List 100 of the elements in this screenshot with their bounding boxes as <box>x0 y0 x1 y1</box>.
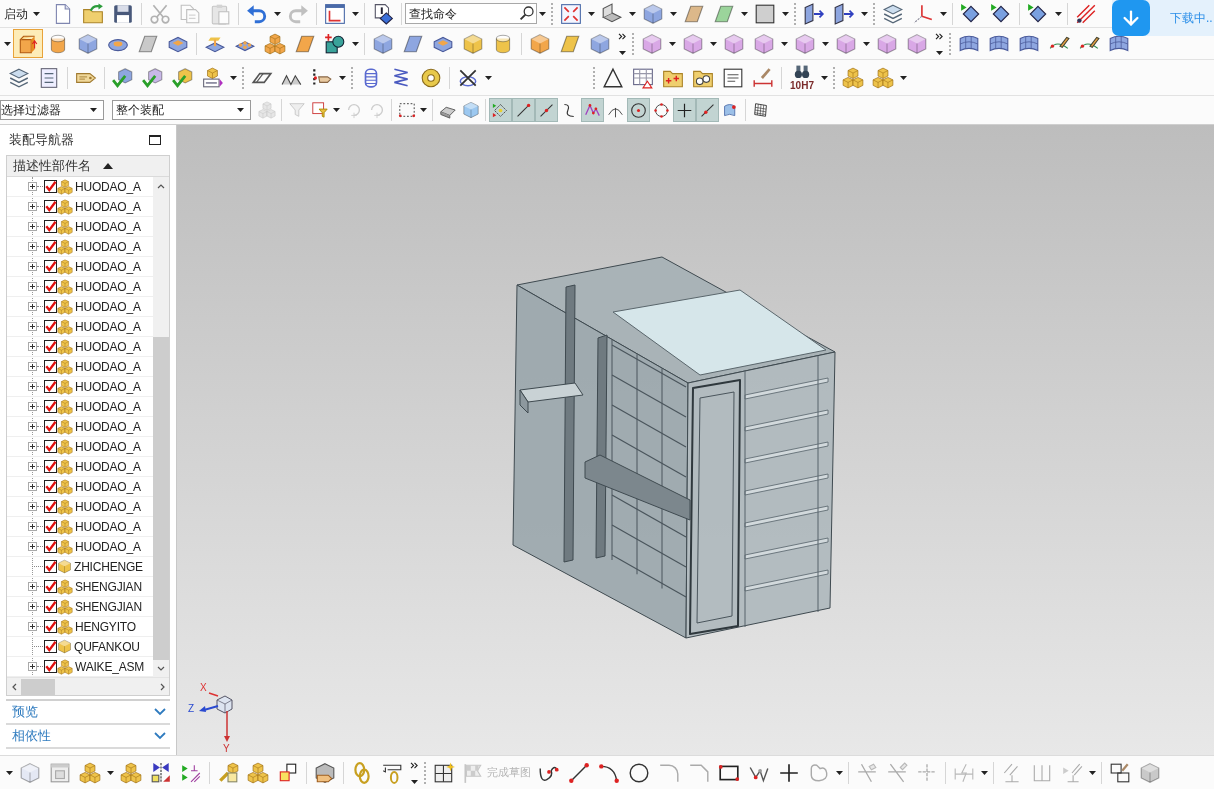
expand-toggle[interactable] <box>28 202 37 211</box>
cube-icon[interactable] <box>1139 761 1161 784</box>
undo-icon[interactable] <box>246 2 268 25</box>
cube-icon[interactable] <box>372 32 394 55</box>
caret-icon[interactable] <box>863 41 870 46</box>
expand-toggle[interactable] <box>28 482 37 491</box>
fit-frame-icon[interactable] <box>560 2 582 25</box>
caret-icon[interactable] <box>836 770 843 775</box>
caret-icon[interactable] <box>539 11 546 16</box>
cube-icon[interactable] <box>723 32 745 55</box>
caret-icon[interactable] <box>107 770 114 775</box>
checkbox[interactable] <box>44 220 57 233</box>
checkbox[interactable] <box>44 480 57 493</box>
checkbox[interactable] <box>44 240 57 253</box>
column-header[interactable]: 描述性部件名 <box>7 156 169 177</box>
expand-toggle[interactable] <box>28 302 37 311</box>
caret-icon[interactable] <box>710 41 717 46</box>
checkbox[interactable] <box>44 580 57 593</box>
pen-rectangles-icon[interactable] <box>1109 761 1131 784</box>
part-name[interactable]: HUODAO_A <box>75 337 141 356</box>
expand-toggle[interactable] <box>28 282 37 291</box>
checkbox[interactable] <box>44 200 57 213</box>
label-cube-icon[interactable] <box>202 66 224 89</box>
cubes-icon[interactable] <box>842 66 864 89</box>
caret-icon[interactable] <box>629 11 636 16</box>
expand-toggle[interactable] <box>28 622 37 631</box>
part-name[interactable]: HUODAO_A <box>75 377 141 396</box>
folder-icon[interactable] <box>82 2 104 25</box>
selection-filter-dropdown[interactable]: 选择过滤器 <box>0 100 104 120</box>
axes-icon[interactable] <box>912 2 934 25</box>
layers-icon[interactable] <box>8 66 30 89</box>
caret-icon[interactable] <box>940 11 947 16</box>
grid-icon[interactable] <box>751 101 770 119</box>
snap-toggle[interactable] <box>512 98 535 122</box>
squares-icon[interactable] <box>277 761 299 784</box>
diamond-icon[interactable] <box>1027 2 1049 25</box>
cubes-icon[interactable] <box>120 761 142 784</box>
feature-tool-button[interactable] <box>13 29 43 58</box>
cube-icon[interactable] <box>462 32 484 55</box>
part-name[interactable]: HUODAO_A <box>75 317 141 336</box>
checkbox[interactable] <box>44 520 57 533</box>
checkbox[interactable] <box>44 640 57 653</box>
snap-toggle[interactable] <box>673 98 696 122</box>
tolerance-tool[interactable]: 10H7 <box>785 61 819 94</box>
checkbox[interactable] <box>44 180 57 193</box>
checkbox[interactable] <box>44 320 57 333</box>
expand-toggle[interactable] <box>28 422 37 431</box>
caret-icon[interactable] <box>237 108 244 112</box>
cube-icon[interactable] <box>642 2 664 25</box>
part-name[interactable]: QUFANKOU <box>74 637 140 656</box>
part-name[interactable]: SHENGJIAN <box>75 577 142 596</box>
double-chevron-icon[interactable] <box>934 32 944 40</box>
caret-icon[interactable] <box>33 11 40 16</box>
graphics-viewport[interactable]: X Z Y <box>177 125 1214 755</box>
funnel-frame-icon[interactable] <box>310 101 329 119</box>
checkbox[interactable] <box>44 660 57 673</box>
caret-icon[interactable] <box>4 41 11 46</box>
square-icon[interactable] <box>754 2 776 25</box>
expand-toggle[interactable] <box>28 242 37 251</box>
expand-toggle[interactable] <box>28 522 37 531</box>
caret-icon[interactable] <box>230 75 237 80</box>
expand-toggle[interactable] <box>28 542 37 551</box>
selection-scope-dropdown[interactable]: 整个装配 <box>112 100 251 120</box>
check-cube-icon[interactable] <box>142 66 164 89</box>
checkbox[interactable] <box>44 600 57 613</box>
expand-toggle[interactable] <box>28 342 37 351</box>
double-chevron-icon[interactable] <box>617 32 627 40</box>
plus-icon[interactable] <box>778 761 800 784</box>
caret-icon[interactable] <box>274 11 281 16</box>
vertical-scrollbar[interactable] <box>153 177 169 677</box>
caret-icon[interactable] <box>900 75 907 80</box>
chevron-down-icon[interactable] <box>157 666 165 671</box>
scroll-thumb[interactable] <box>153 337 169 660</box>
part-name[interactable]: HUODAO_A <box>75 397 141 416</box>
tape-roll-icon[interactable] <box>420 66 442 89</box>
checkbox[interactable] <box>44 620 57 633</box>
cube-icon[interactable] <box>906 32 928 55</box>
part-name[interactable]: HUODAO_A <box>75 457 141 476</box>
caret-icon[interactable] <box>352 41 359 46</box>
part-name[interactable]: HUODAO_A <box>75 497 141 516</box>
cube-icon[interactable] <box>835 32 857 55</box>
checkbox[interactable] <box>44 380 57 393</box>
caret-icon[interactable] <box>981 770 988 775</box>
caret-icon[interactable] <box>339 75 346 80</box>
expand-toggle[interactable] <box>28 662 37 671</box>
wrench-icon[interactable] <box>217 761 239 784</box>
caret-icon[interactable] <box>1055 11 1062 16</box>
arc-icon[interactable] <box>598 761 620 784</box>
part-name[interactable]: HUODAO_A <box>75 177 141 196</box>
checkbox[interactable] <box>44 400 57 413</box>
table-icon[interactable] <box>632 66 654 89</box>
expand-toggle[interactable] <box>28 382 37 391</box>
axes-window-icon[interactable] <box>324 2 346 25</box>
checkbox[interactable] <box>44 540 57 553</box>
triangle-icon[interactable] <box>602 66 624 89</box>
expand-toggle[interactable] <box>28 182 37 191</box>
measure-icon[interactable] <box>752 66 774 89</box>
caret-icon[interactable] <box>935 50 943 55</box>
caret-icon[interactable] <box>741 11 748 16</box>
tag-cube-icon[interactable] <box>314 761 336 784</box>
